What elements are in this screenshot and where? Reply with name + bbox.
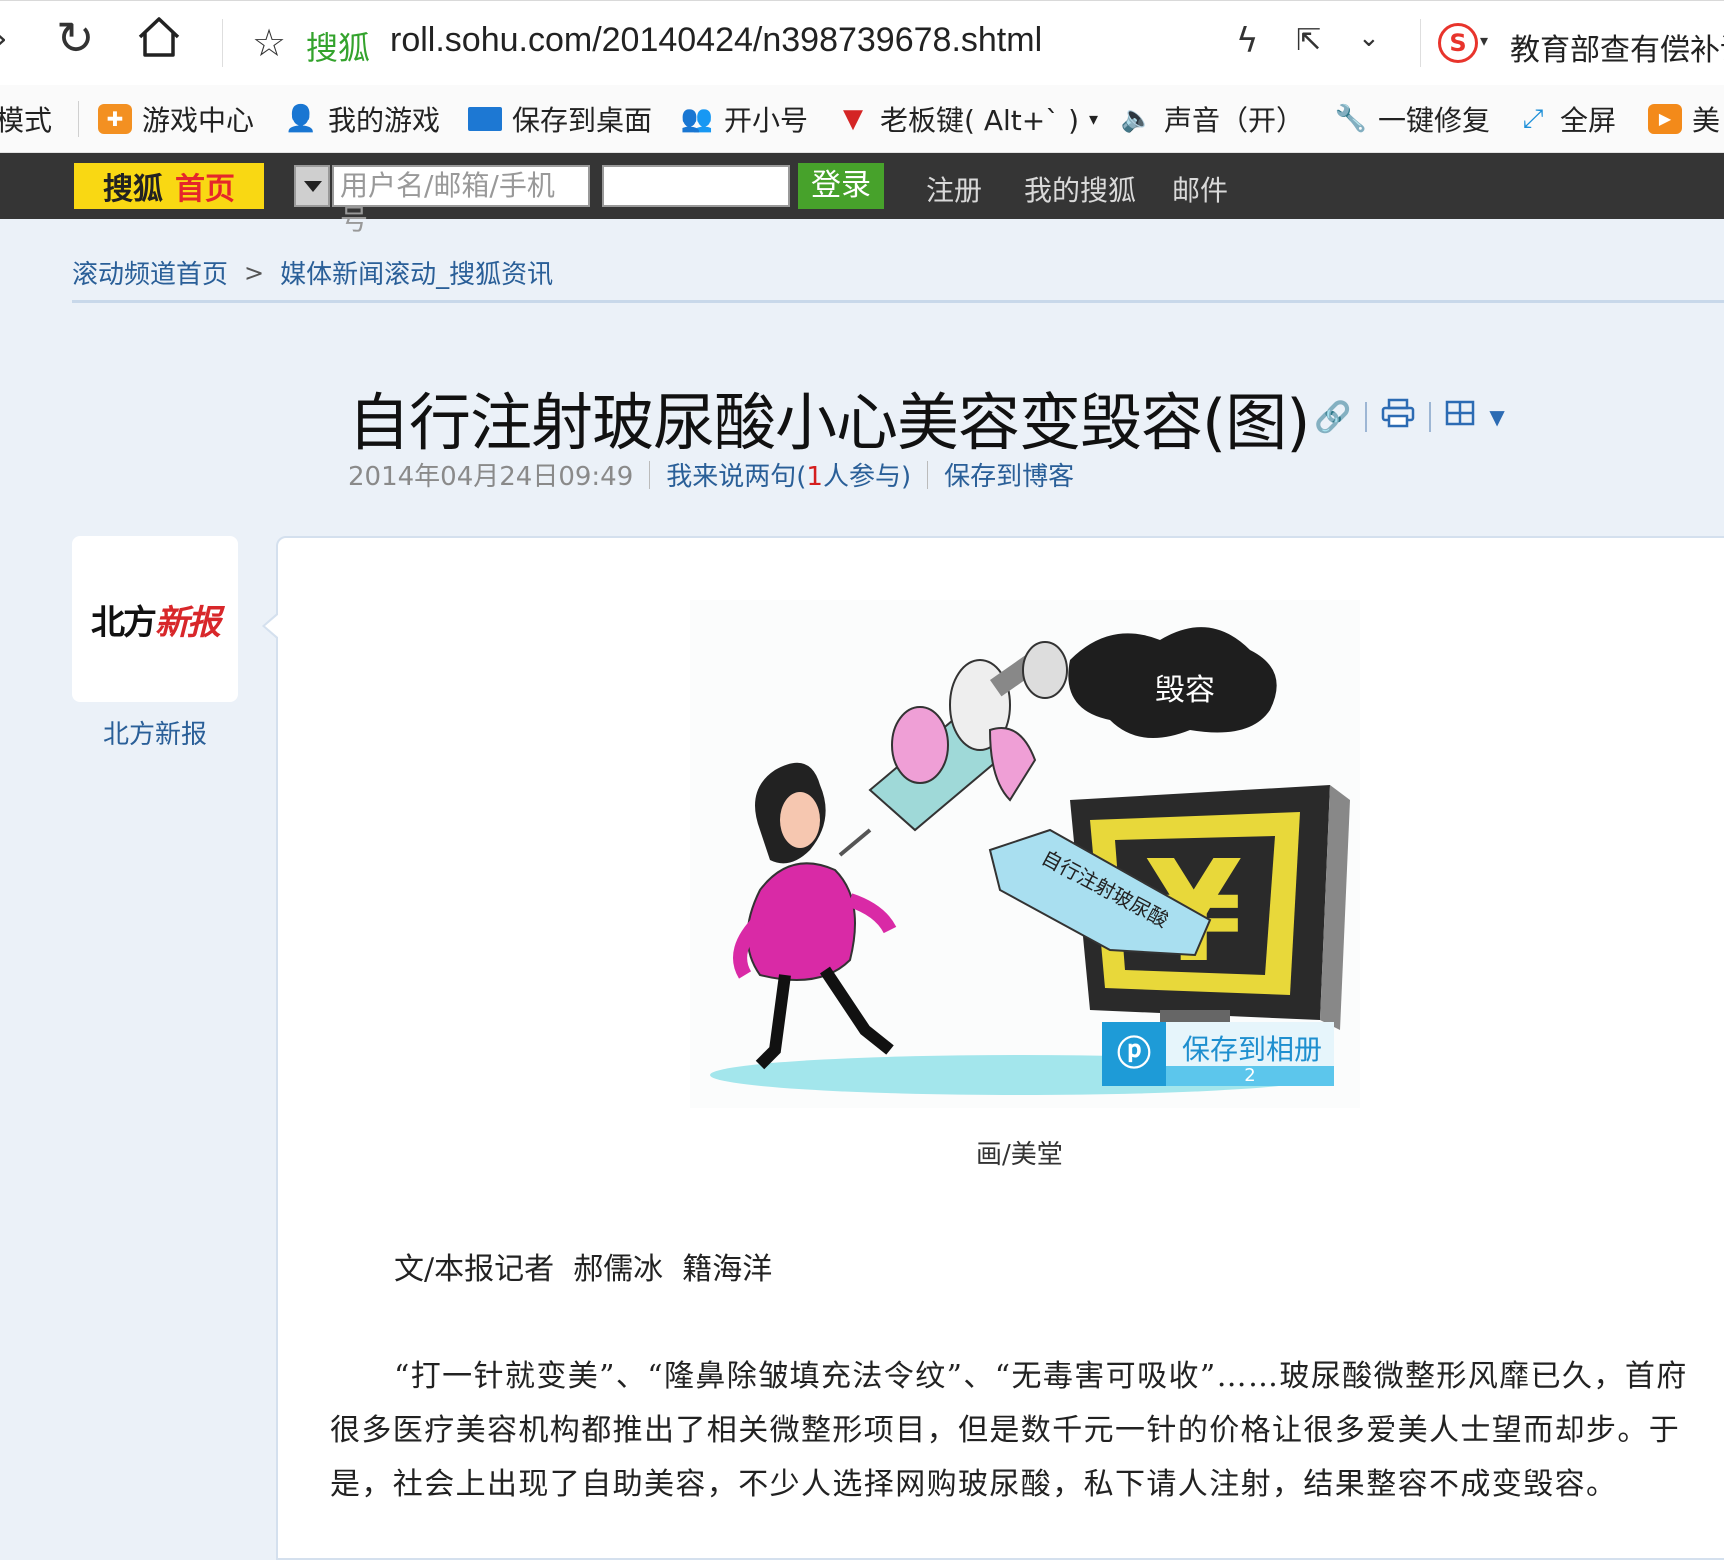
lightning-icon[interactable]: ϟ xyxy=(1236,21,1258,61)
source-name[interactable]: 北方新报 xyxy=(72,714,238,751)
source-logo-right: 新报 xyxy=(155,602,221,643)
site-label: 搜狐 xyxy=(306,29,371,67)
panel-pointer-fill xyxy=(265,614,279,638)
tie-icon: ▼ xyxy=(843,104,863,134)
divider xyxy=(927,460,929,489)
chevron-right-icon: > xyxy=(244,258,265,287)
grid-icon[interactable] xyxy=(1445,398,1475,436)
logo-text: 搜狐 xyxy=(103,172,163,207)
breadcrumb-divider xyxy=(72,300,1724,303)
divider xyxy=(1420,19,1421,67)
breadcrumb: 滚动频道首页 > 媒体新闻滚动_搜狐资讯 xyxy=(72,254,553,291)
bookmark-mode[interactable]: 模式 xyxy=(0,99,52,139)
my-sohu-link[interactable]: 我的搜狐 xyxy=(1024,169,1136,209)
sohu-login-bar: 搜狐 首页 用户名/邮箱/手机号 登录 注册 我的搜狐 邮件 xyxy=(0,153,1724,236)
chevron-left-icon[interactable]: › xyxy=(0,19,8,59)
login-button[interactable]: 登录 xyxy=(798,163,884,209)
breadcrumb-item-roll-home[interactable]: 滚动频道首页 xyxy=(72,254,228,291)
bookmark-label: 模式 xyxy=(0,104,53,137)
image-caption: 画/美堂 xyxy=(976,1140,1063,1170)
bookmark-label: 一键修复 xyxy=(1378,104,1491,137)
bookmark-label: 声音（开） xyxy=(1164,104,1305,137)
save-to-album-button[interactable]: ⓟ 保存到相册 2 xyxy=(1102,1022,1334,1086)
publish-date: 2014年04月24日09:49 xyxy=(348,462,634,492)
comment-suffix: 人参与) xyxy=(822,462,912,492)
gamepad-icon: ✚ xyxy=(98,104,132,134)
users-icon: 👥 xyxy=(680,104,714,134)
bookmark-label: 保存到桌面 xyxy=(512,104,653,137)
bookmark-save-desktop[interactable]: 保存到桌面 xyxy=(468,99,652,139)
bookmark-sound[interactable]: 🔈 声音（开） xyxy=(1120,99,1304,139)
bookmark-label: 美 xyxy=(1692,104,1721,137)
speaker-icon: 🔈 xyxy=(1120,104,1154,134)
bookmark-boss-key[interactable]: ▼ 老板键( Alt+` ) ▾ xyxy=(836,99,1098,139)
fullscreen-icon: ⤢ xyxy=(1522,104,1544,134)
save-album-count: 2 xyxy=(1166,1066,1334,1086)
divider xyxy=(649,460,651,489)
breadcrumb-item-media-news[interactable]: 媒体新闻滚动_搜狐资讯 xyxy=(280,254,553,291)
reload-icon[interactable]: ↻ xyxy=(56,15,95,61)
print-icon[interactable] xyxy=(1381,398,1415,436)
source-logo-box[interactable]: 北方新报 xyxy=(72,536,238,702)
chevron-down-icon[interactable]: ▼ xyxy=(1489,405,1504,429)
bookmarks-bar: 模式 ✚ 游戏中心 👤 我的游戏 保存到桌面 👥 开小号 ▼ 老板键( Alt+… xyxy=(0,85,1724,153)
address-bar: › ↻ ☆ 搜狐 roll.sohu.com/20140424/n3987396… xyxy=(0,0,1724,86)
bookmark-label: 全屏 xyxy=(1560,104,1617,137)
article-meta: 2014年04月24日09:49 我来说两句(1人参与) 保存到博客 xyxy=(348,456,1074,493)
star-icon[interactable]: ☆ xyxy=(252,21,286,65)
monitor-icon xyxy=(468,107,502,131)
bookmark-video[interactable]: ▶ 美 xyxy=(1648,99,1720,139)
author-line: 文/本报记者 郝儒冰 籍海洋 xyxy=(394,1252,773,1287)
divider xyxy=(78,101,79,137)
share-icon[interactable]: ⇱ xyxy=(1296,23,1321,58)
chevron-down-icon[interactable]: ▾ xyxy=(1089,109,1098,130)
divider xyxy=(222,19,223,67)
username-input[interactable]: 用户名/邮箱/手机号 xyxy=(332,165,590,236)
source-logo: 北方新报 xyxy=(91,595,221,644)
search-engine-dropdown-icon[interactable]: ▾ xyxy=(1480,31,1488,50)
logo-home-text: 首页 xyxy=(175,172,235,207)
comment-prefix: 我来说两句( xyxy=(666,462,807,492)
source-logo-left: 北方 xyxy=(91,602,157,643)
divider xyxy=(1429,402,1432,432)
wrench-icon: 🔧 xyxy=(1334,104,1368,134)
article-title: 自行注射玻尿酸小心美容变毁容(图) xyxy=(348,386,1310,459)
divider xyxy=(1365,402,1368,432)
bookmark-game-center[interactable]: ✚ 游戏中心 xyxy=(98,99,254,139)
article-paragraph: “打一针就变美”、“隆鼻除皱填充法令纹”、“无毒害可吸收”……玻尿酸微整形风靡已… xyxy=(330,1359,1688,1502)
album-icon: ⓟ xyxy=(1102,1022,1166,1086)
bookmark-my-games[interactable]: 👤 我的游戏 xyxy=(284,99,440,139)
bookmark-label: 老板键( Alt+` ) xyxy=(880,104,1080,137)
save-to-blog-link[interactable]: 保存到博客 xyxy=(944,456,1074,493)
bookmark-fullscreen[interactable]: ⤢ 全屏 xyxy=(1516,99,1616,139)
bookmark-repair[interactable]: 🔧 一键修复 xyxy=(1334,99,1490,139)
link-icon[interactable]: 🔗 xyxy=(1314,400,1351,435)
article-tools: 🔗 ▼ xyxy=(1314,398,1505,436)
chevron-down-icon[interactable]: ⌄ xyxy=(1358,23,1380,53)
figure-caption-in-image: 毁容 xyxy=(1155,673,1215,708)
mail-link[interactable]: 邮件 xyxy=(1172,169,1228,209)
password-input[interactable] xyxy=(602,165,790,207)
comment-count: 1 xyxy=(806,462,823,492)
search-input[interactable]: 教育部查有偿补课 xyxy=(1510,25,1724,69)
comment-link[interactable]: 我来说两句(1人参与) xyxy=(666,456,911,493)
login-type-dropdown[interactable] xyxy=(294,165,330,207)
sohu-home-logo[interactable]: 搜狐 首页 xyxy=(74,163,264,209)
save-album-label: 保存到相册 xyxy=(1182,1033,1323,1066)
bookmark-label: 开小号 xyxy=(724,104,809,137)
sogou-search-icon[interactable]: S xyxy=(1438,23,1478,63)
video-icon: ▶ xyxy=(1648,104,1682,134)
bookmark-label: 游戏中心 xyxy=(142,104,255,137)
bookmark-label: 我的游戏 xyxy=(328,104,441,137)
home-icon[interactable] xyxy=(136,15,182,63)
register-link[interactable]: 注册 xyxy=(926,169,982,209)
url-field[interactable]: roll.sohu.com/20140424/n398739678.shtml xyxy=(390,21,1042,60)
user-icon: 👤 xyxy=(284,104,318,134)
bookmark-new-account[interactable]: 👥 开小号 xyxy=(680,99,808,139)
